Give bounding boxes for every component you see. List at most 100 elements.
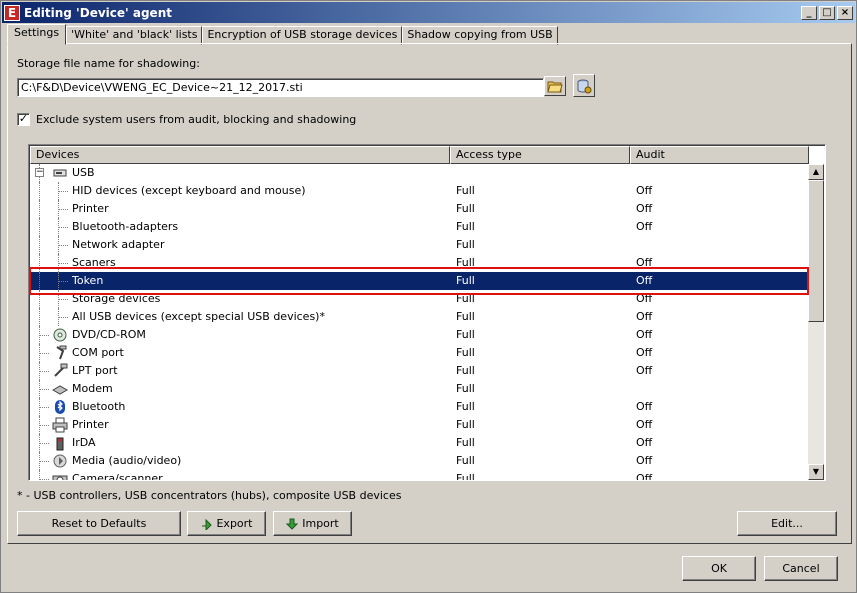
device-name: Bluetooth-adapters [72, 220, 179, 233]
access-type-cell[interactable]: Full [456, 310, 475, 323]
edit-button[interactable]: Edit... [737, 511, 837, 536]
access-type-cell[interactable]: Full [456, 292, 475, 305]
tree-line [58, 299, 68, 300]
device-row[interactable]: Media (audio/video) Full Off [30, 452, 810, 470]
audit-cell[interactable]: Off [636, 454, 652, 467]
access-type-cell[interactable]: Full [456, 274, 475, 287]
access-type-cell[interactable]: Full [456, 184, 475, 197]
access-type-cell[interactable]: Full [456, 346, 475, 359]
modem-icon [51, 381, 69, 397]
device-name: Bluetooth [72, 400, 126, 413]
device-row[interactable]: Camera/scanner Full Off [30, 470, 810, 480]
tree-expander[interactable]: − [35, 168, 44, 177]
device-name: All USB devices (except special USB devi… [72, 310, 325, 323]
scroll-thumb[interactable] [808, 180, 824, 322]
minimize-button[interactable]: _ [801, 5, 817, 20]
import-arrow-icon [286, 518, 299, 530]
device-row[interactable]: LPT port Full Off [30, 362, 810, 380]
storage-settings-button[interactable] [573, 74, 595, 97]
access-type-cell[interactable]: Full [456, 472, 475, 480]
device-name: Printer [72, 418, 109, 431]
audit-cell[interactable]: Off [636, 436, 652, 449]
audit-cell[interactable]: Off [636, 274, 652, 287]
devices-list[interactable]: Devices Access type Audit − USB HID device… [28, 144, 826, 481]
device-row[interactable]: DVD/CD-ROM Full Off [30, 326, 810, 344]
device-row[interactable]: Modem Full [30, 380, 810, 398]
header-audit[interactable]: Audit [630, 146, 809, 164]
audit-cell[interactable]: Off [636, 184, 652, 197]
audit-cell[interactable]: Off [636, 292, 652, 305]
tab-settings[interactable]: Settings [7, 24, 67, 45]
audit-cell[interactable]: Off [636, 364, 652, 377]
audit-cell[interactable]: Off [636, 202, 652, 215]
export-arrow-icon [202, 518, 213, 530]
tree-line [39, 200, 40, 218]
access-type-cell[interactable]: Full [456, 202, 475, 215]
header-access-type[interactable]: Access type [450, 146, 630, 164]
access-type-cell[interactable]: Full [456, 418, 475, 431]
access-type-cell[interactable]: Full [456, 328, 475, 341]
device-row[interactable]: HID devices (except keyboard and mouse) F… [30, 182, 810, 200]
export-button[interactable]: Export [187, 511, 266, 536]
close-button[interactable]: × [837, 5, 853, 20]
browse-folder-button[interactable] [544, 76, 566, 96]
tree-line [39, 236, 40, 254]
ok-button[interactable]: OK [682, 556, 756, 581]
device-row[interactable]: IrDA Full Off [30, 434, 810, 452]
device-name: Token [72, 274, 104, 287]
access-type-cell[interactable]: Full [456, 400, 475, 413]
access-type-cell[interactable]: Full [456, 256, 475, 269]
maximize-button[interactable]: □ [819, 5, 835, 20]
device-row[interactable]: Printer Full Off [30, 416, 810, 434]
audit-cell[interactable]: Off [636, 256, 652, 269]
audit-cell[interactable]: Off [636, 472, 652, 480]
ok-label: OK [711, 562, 727, 575]
device-row[interactable]: Bluetooth Full Off [30, 398, 810, 416]
access-type-cell[interactable]: Full [456, 382, 475, 395]
device-name: COM port [72, 346, 124, 359]
audit-cell[interactable]: Off [636, 328, 652, 341]
audit-cell[interactable]: Off [636, 346, 652, 359]
access-type-cell[interactable]: Full [456, 436, 475, 449]
access-type-cell[interactable]: Full [456, 454, 475, 467]
reset-to-defaults-button[interactable]: Reset to Defaults [17, 511, 181, 536]
device-row[interactable]: Scaners Full Off [30, 254, 810, 272]
tree-line [58, 263, 68, 264]
tree-line [58, 209, 68, 210]
scroll-up-button[interactable]: ▲ [808, 164, 824, 180]
exclude-system-users-row[interactable]: ✓ Exclude system users from audit, block… [17, 113, 356, 126]
device-row[interactable]: − USB [30, 164, 810, 182]
database-gear-icon [577, 79, 592, 93]
audit-cell[interactable]: Off [636, 310, 652, 323]
title-bar[interactable]: E Editing 'Device' agent _ □ × [2, 2, 855, 23]
tree-line [39, 308, 40, 326]
device-row-selected[interactable]: Token Full Off [30, 272, 810, 290]
tree-line [39, 407, 49, 408]
storage-file-input[interactable]: C:\F&D\Device\VWENG_EC_Device~21_12_2017… [17, 78, 544, 97]
vertical-scrollbar[interactable]: ▲ ▼ [808, 164, 824, 480]
device-row[interactable]: All USB devices (except special USB devi… [30, 308, 810, 326]
import-button[interactable]: Import [273, 511, 352, 536]
cancel-button[interactable]: Cancel [764, 556, 838, 581]
export-label: Export [216, 517, 253, 530]
tree-line [39, 479, 49, 480]
header-devices[interactable]: Devices [30, 146, 450, 164]
device-row[interactable]: Bluetooth-adapters Full Off [30, 218, 810, 236]
device-row[interactable]: Printer Full Off [30, 200, 810, 218]
access-type-cell[interactable]: Full [456, 220, 475, 233]
tree-line [39, 218, 40, 236]
access-type-cell[interactable]: Full [456, 364, 475, 377]
tree-line [39, 272, 40, 290]
device-row[interactable]: Network adapter Full [30, 236, 810, 254]
scroll-down-button[interactable]: ▼ [808, 464, 824, 480]
tree-line [39, 254, 40, 272]
device-row[interactable]: Storage devices Full Off [30, 290, 810, 308]
device-row[interactable]: COM port Full Off [30, 344, 810, 362]
tree-line [58, 191, 68, 192]
exclude-system-users-checkbox[interactable]: ✓ [17, 113, 30, 126]
audit-cell[interactable]: Off [636, 220, 652, 233]
audit-cell[interactable]: Off [636, 418, 652, 431]
access-type-cell[interactable]: Full [456, 238, 475, 251]
audit-cell[interactable]: Off [636, 400, 652, 413]
editing-device-agent-dialog: E Editing 'Device' agent _ □ × Settings … [0, 0, 857, 593]
